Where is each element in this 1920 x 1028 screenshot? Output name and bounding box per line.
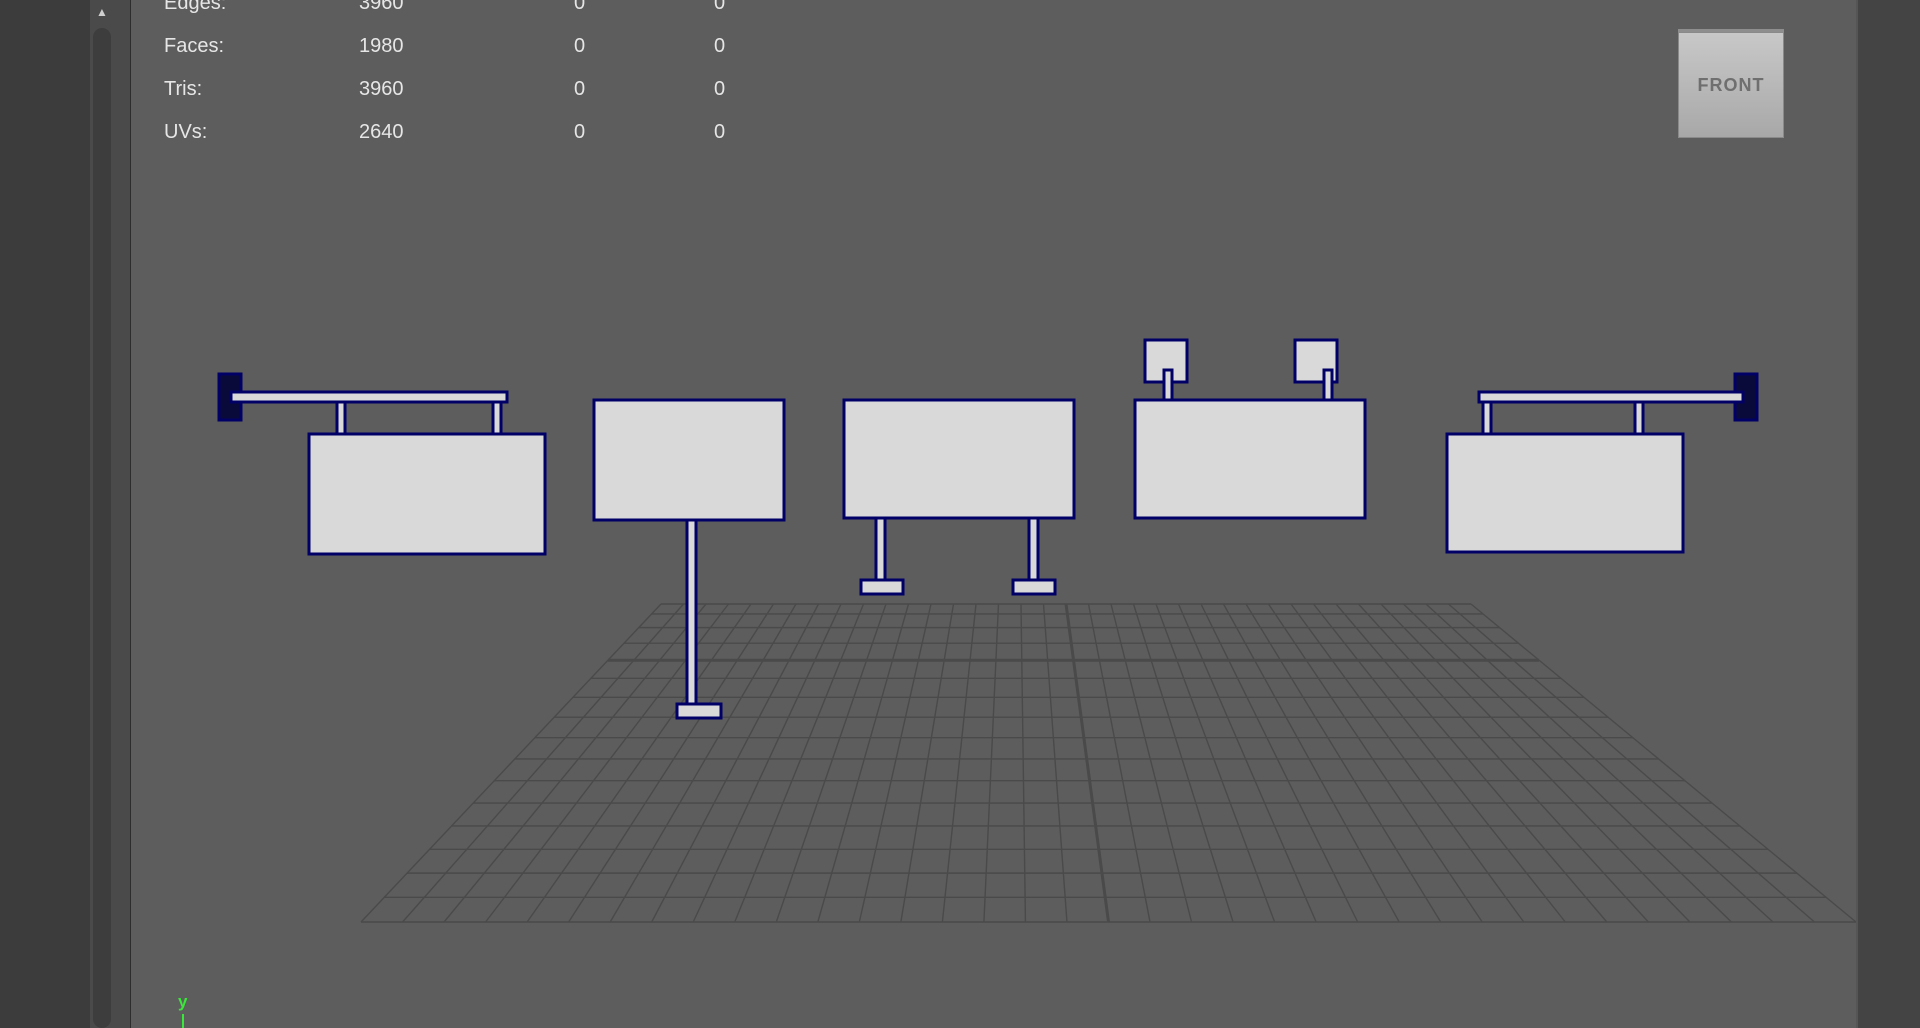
grid-line <box>1042 603 1068 923</box>
ground-grid <box>360 603 1856 923</box>
hanger-rod <box>1162 368 1174 402</box>
sign-board <box>307 432 547 556</box>
axis-y-line <box>182 1014 184 1028</box>
grid-line <box>526 603 752 923</box>
grid-line <box>1020 603 1027 923</box>
hanger-rod <box>1633 400 1645 436</box>
grid-line <box>734 603 865 923</box>
grid-line <box>1245 603 1442 923</box>
grid-line <box>941 603 977 923</box>
base-plate <box>675 702 723 720</box>
grid-line <box>402 603 685 923</box>
maya-workspace: ▲ Edges: 3960 0 0 Faces: 1980 0 0 Tris: … <box>0 0 1920 1028</box>
grid-line <box>1470 603 1856 923</box>
grid-line <box>1380 603 1691 923</box>
pole <box>1027 516 1040 582</box>
sign-board <box>1133 398 1367 520</box>
grid-line <box>983 603 1000 923</box>
hanger-rod <box>1322 368 1334 402</box>
sign-single-pole[interactable] <box>592 398 786 720</box>
scrollbar[interactable]: ▲ <box>90 0 114 1028</box>
grid-line <box>1110 603 1193 923</box>
grid-line <box>692 603 842 923</box>
axis-indicator: y <box>178 992 188 1028</box>
grid-line <box>900 603 955 923</box>
grid-line <box>1312 603 1566 923</box>
sign-board <box>842 398 1076 520</box>
bracket-arm <box>1477 390 1745 404</box>
grid-line <box>1267 603 1483 923</box>
triangle-up-icon[interactable]: ▲ <box>90 0 114 24</box>
grid-line <box>443 603 707 923</box>
3d-viewport[interactable]: Edges: 3960 0 0 Faces: 1980 0 0 Tris: 39… <box>131 0 1856 1028</box>
grid-line <box>1087 603 1151 923</box>
sign-hanging-left[interactable] <box>217 372 547 556</box>
pole <box>685 518 698 708</box>
grid-line <box>1155 603 1276 923</box>
pole <box>874 516 887 582</box>
hanger-rod <box>491 400 503 436</box>
grid-line <box>1222 603 1400 923</box>
grid-line <box>360 603 662 923</box>
sign-hanging-right[interactable] <box>1445 372 1759 554</box>
grid-line <box>1290 603 1525 923</box>
grid-line <box>1335 603 1608 923</box>
grid-line <box>1403 603 1732 923</box>
axis-y-label: y <box>178 992 188 1011</box>
grid-line <box>1177 603 1317 923</box>
scrollbar-thumb[interactable] <box>93 28 111 1028</box>
bracket-arm <box>229 390 509 404</box>
grid-line <box>1200 603 1359 923</box>
grid-line <box>609 603 797 923</box>
sign-board <box>592 398 786 522</box>
left-panel <box>0 0 90 1028</box>
base-plate <box>859 578 905 596</box>
panel-divider[interactable] <box>114 0 131 1028</box>
grid-line <box>1064 603 1110 923</box>
scene-canvas[interactable] <box>131 0 1856 1028</box>
base-plate <box>1011 578 1057 596</box>
right-panel-edge <box>1856 0 1920 1028</box>
grid-line <box>568 603 775 923</box>
hanger-rod <box>335 400 347 436</box>
sign-ceiling-mount[interactable] <box>1133 338 1367 520</box>
hanger-rod <box>1481 400 1493 436</box>
sign-double-pole[interactable] <box>842 398 1076 596</box>
grid-line <box>1425 603 1774 923</box>
grid-line <box>651 603 820 923</box>
sign-board <box>1445 432 1685 554</box>
grid-line <box>1132 603 1234 923</box>
